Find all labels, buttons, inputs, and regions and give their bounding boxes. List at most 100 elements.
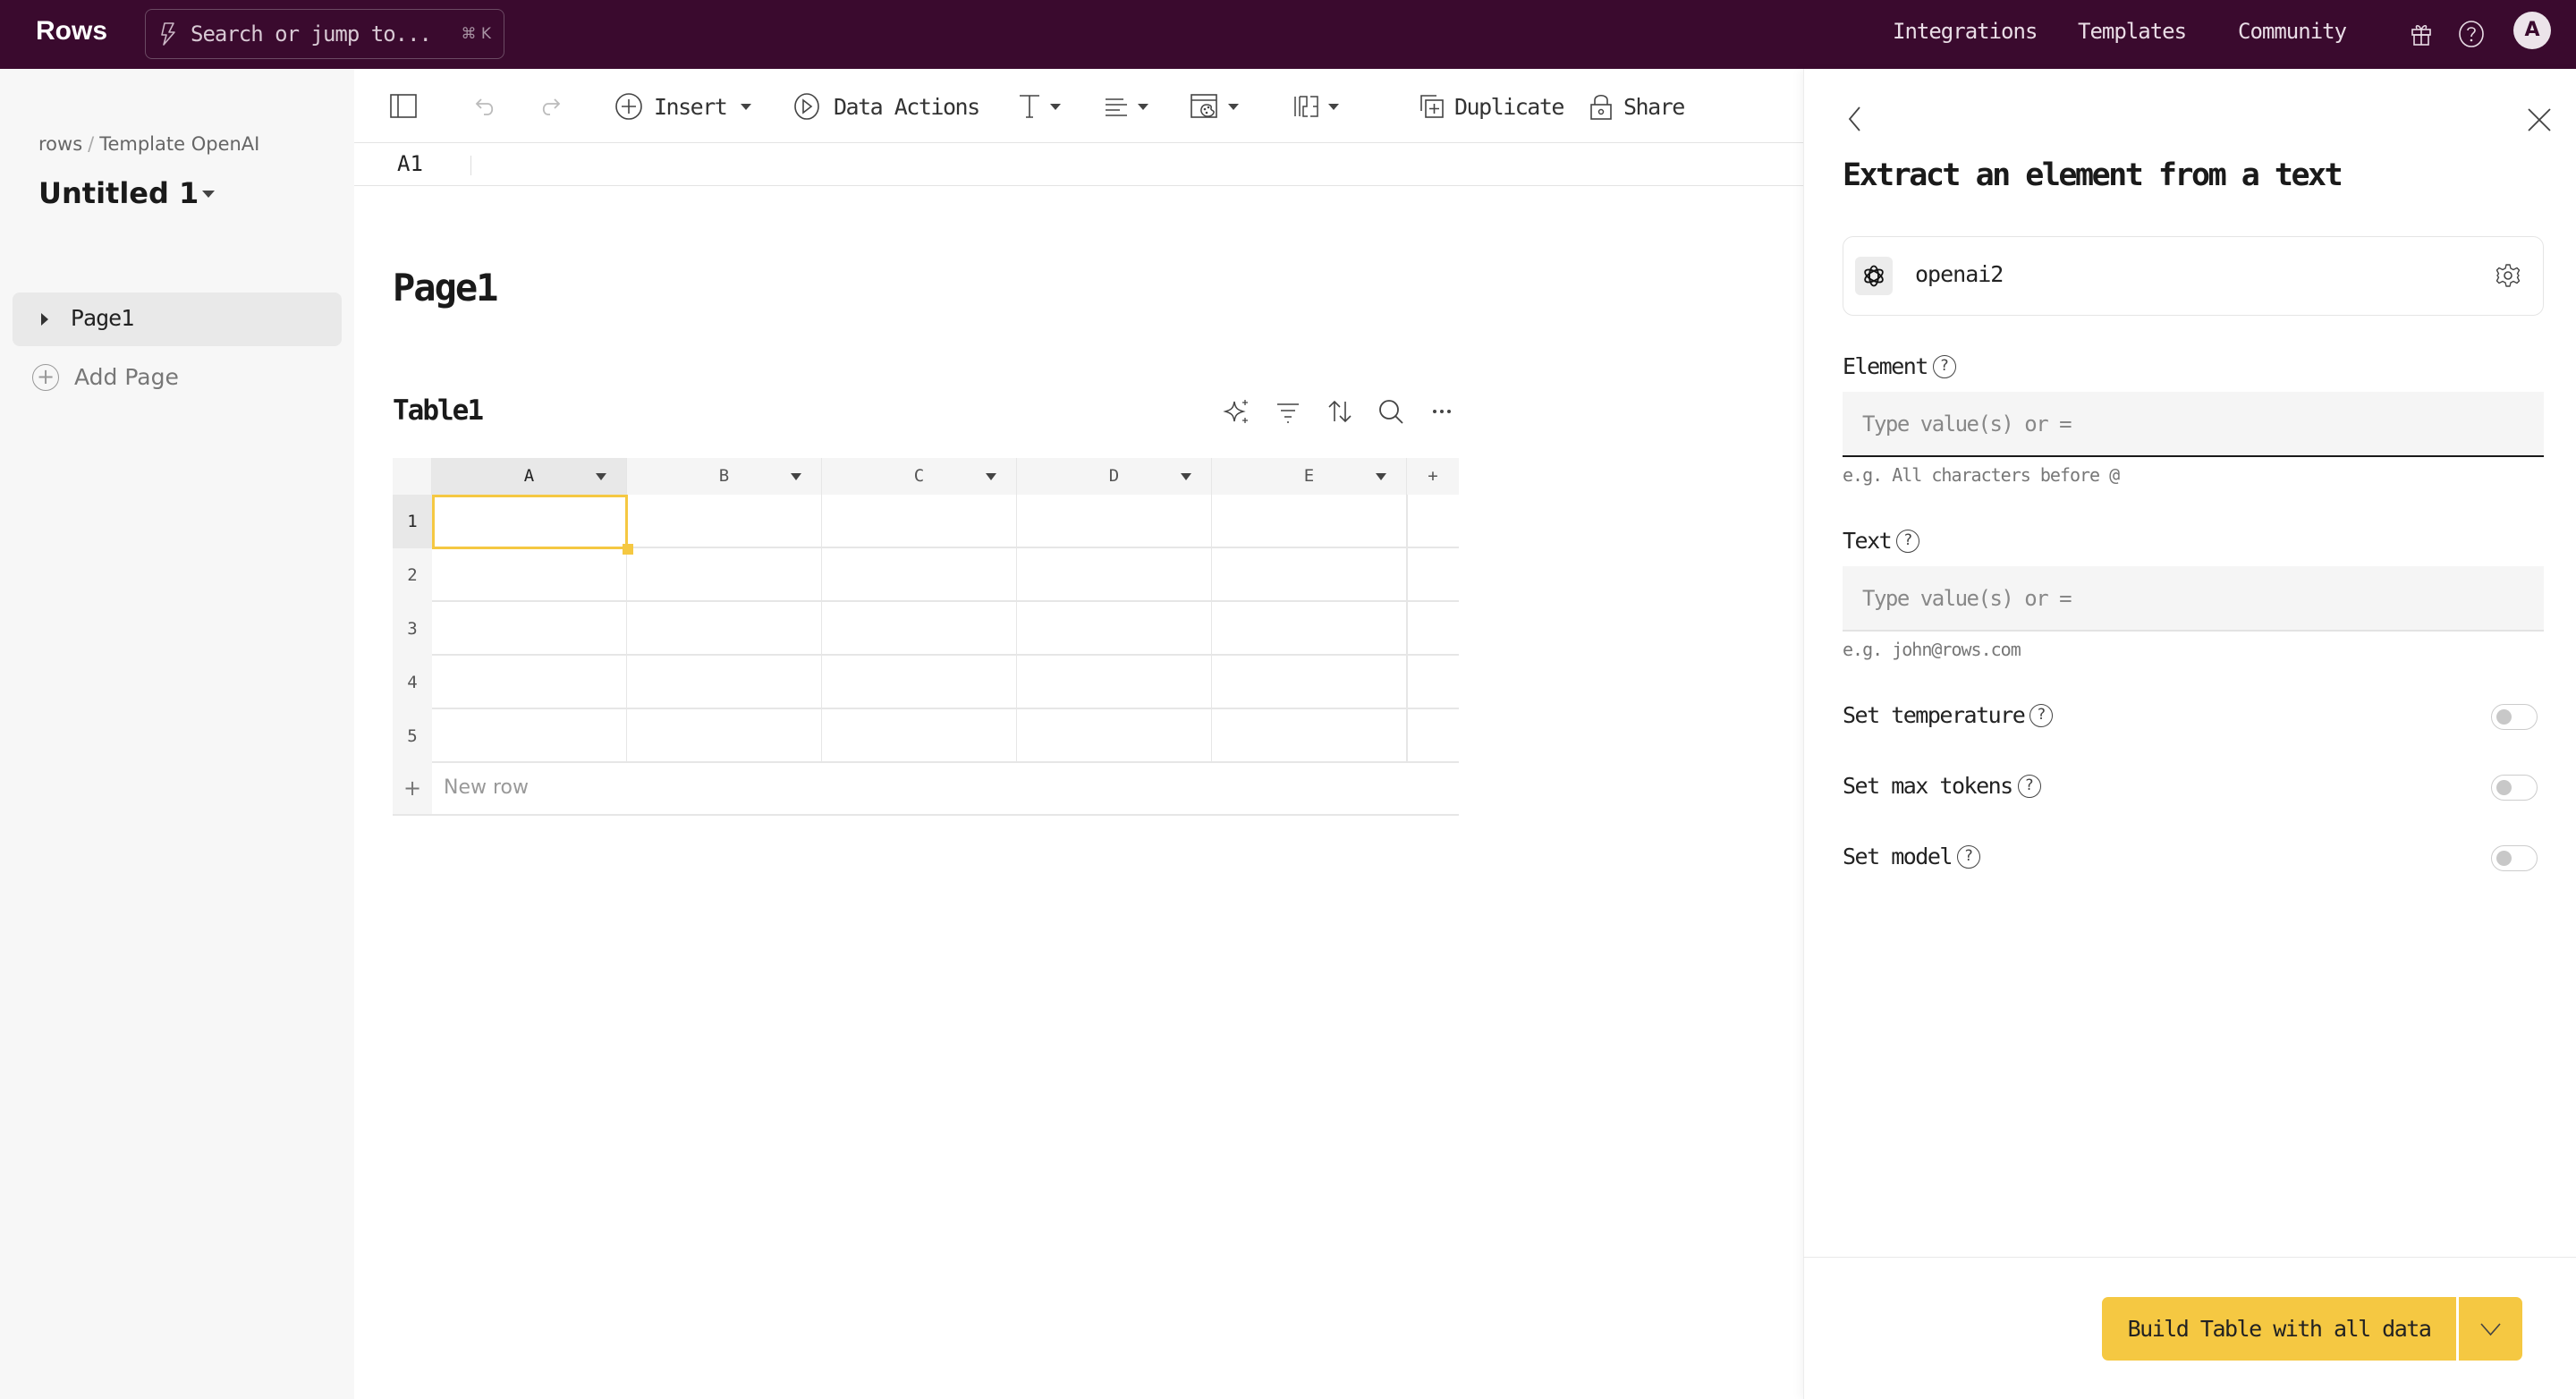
help-icon[interactable] <box>2457 20 2486 48</box>
formula-input[interactable] <box>488 150 1741 179</box>
cell-b1[interactable] <box>627 495 822 548</box>
data-actions-button[interactable]: Data Actions <box>792 89 980 124</box>
set-max-tokens-toggle[interactable] <box>2491 775 2538 801</box>
corner-header[interactable] <box>393 458 432 495</box>
row-header[interactable]: 3 <box>393 602 432 656</box>
column-header-c[interactable]: C <box>822 458 1017 495</box>
cell-a3[interactable] <box>432 602 627 656</box>
cell-d2[interactable] <box>1017 548 1212 602</box>
row-header[interactable]: 2 <box>393 548 432 602</box>
document-title[interactable]: Untitled 1 <box>38 176 199 210</box>
caret-down-icon[interactable] <box>1181 473 1191 480</box>
ai-sparkle-icon[interactable] <box>1222 396 1252 427</box>
undo-button[interactable] <box>474 89 497 124</box>
column-header-b[interactable]: B <box>627 458 822 495</box>
row-header[interactable]: 4 <box>393 656 432 709</box>
cell-b5[interactable] <box>627 709 822 763</box>
column-header-d[interactable]: D <box>1017 458 1212 495</box>
cell-a5[interactable] <box>432 709 627 763</box>
build-options-button[interactable] <box>2459 1297 2522 1361</box>
cell-a4[interactable] <box>432 656 627 709</box>
chevron-down-icon[interactable] <box>202 191 215 198</box>
caret-down-icon[interactable] <box>986 473 996 480</box>
toggle-knob <box>2496 780 2512 795</box>
breadcrumb-folder[interactable]: Template OpenAI <box>99 133 259 155</box>
cell-d3[interactable] <box>1017 602 1212 656</box>
openai-logo-icon <box>1855 257 1893 295</box>
gear-icon[interactable] <box>2495 262 2521 289</box>
cell-c2[interactable] <box>822 548 1017 602</box>
column-header-a[interactable]: A <box>432 458 627 495</box>
cell-reference[interactable]: A1 <box>397 151 423 176</box>
text-input[interactable] <box>1843 566 2544 632</box>
cell-d5[interactable] <box>1017 709 1212 763</box>
user-avatar[interactable]: A <box>2513 12 2551 49</box>
number-format-button[interactable] <box>1292 89 1339 124</box>
cell-e5[interactable] <box>1212 709 1407 763</box>
cell-style-button[interactable] <box>1191 89 1239 124</box>
cell-c4[interactable] <box>822 656 1017 709</box>
caret-down-icon[interactable] <box>791 473 801 480</box>
connection-card[interactable]: openai2 <box>1843 236 2544 316</box>
align-button[interactable] <box>1104 89 1148 124</box>
help-circle-icon[interactable]: ? <box>1956 844 1980 869</box>
sidebar-item-page1[interactable]: Page1 <box>13 293 342 346</box>
redo-button[interactable] <box>538 89 562 124</box>
duplicate-button[interactable]: Duplicate <box>1419 89 1564 124</box>
caret-down-icon <box>1050 103 1061 110</box>
row-header[interactable]: 1 <box>393 495 432 548</box>
sort-icon[interactable] <box>1325 396 1355 427</box>
share-button[interactable]: Share <box>1589 89 1685 124</box>
cell-b3[interactable] <box>627 602 822 656</box>
column-header-e[interactable]: E <box>1212 458 1407 495</box>
help-circle-icon[interactable]: ? <box>1896 529 1920 553</box>
insert-menu-button[interactable]: Insert <box>614 89 752 124</box>
cell-a2[interactable] <box>432 548 627 602</box>
nav-templates[interactable]: Templates <box>2078 19 2187 44</box>
caret-down-icon[interactable] <box>596 473 606 480</box>
filter-icon[interactable] <box>1273 396 1303 427</box>
search-icon[interactable] <box>1376 396 1406 427</box>
cell-e3[interactable] <box>1212 602 1407 656</box>
caret-down-icon[interactable] <box>1376 473 1386 480</box>
toggle-sidebar-button[interactable] <box>390 89 417 124</box>
back-chevron-icon[interactable] <box>1844 105 1866 133</box>
cell-b2[interactable] <box>627 548 822 602</box>
plus-circle-icon <box>615 93 642 120</box>
cell-e1[interactable] <box>1212 495 1407 548</box>
cell-c5[interactable] <box>822 709 1017 763</box>
cell-c1[interactable] <box>822 495 1017 548</box>
cell-e2[interactable] <box>1212 548 1407 602</box>
redo-icon <box>542 98 561 115</box>
set-temperature-toggle[interactable] <box>2491 704 2538 730</box>
nav-integrations[interactable]: Integrations <box>1893 19 2038 44</box>
nav-community[interactable]: Community <box>2238 19 2347 44</box>
element-input[interactable] <box>1843 392 2544 457</box>
cell-e4[interactable] <box>1212 656 1407 709</box>
add-column-button[interactable]: + <box>1407 458 1459 495</box>
set-model-toggle[interactable] <box>2491 845 2538 871</box>
cell-c3[interactable] <box>822 602 1017 656</box>
table-title[interactable]: Table1 <box>393 394 484 427</box>
fill-handle[interactable] <box>623 544 633 555</box>
set-model-label: Set model? <box>1843 844 1980 869</box>
breadcrumb-workspace[interactable]: rows <box>38 133 82 155</box>
text-hint: e.g. john@rows.com <box>1843 639 2021 660</box>
gift-icon[interactable] <box>2408 21 2435 47</box>
help-circle-icon[interactable]: ? <box>1932 354 1956 378</box>
search-jump-input[interactable]: Search or jump to... ⌘ K <box>145 9 504 59</box>
build-table-button[interactable]: Build Table with all data <box>2102 1297 2456 1361</box>
more-options-icon[interactable] <box>1427 396 1457 427</box>
rows-logo[interactable]: Rows <box>36 16 107 47</box>
close-icon[interactable] <box>2526 106 2553 133</box>
help-circle-icon[interactable]: ? <box>2017 774 2041 798</box>
help-circle-icon[interactable]: ? <box>2029 703 2054 727</box>
new-row-button[interactable]: + New row <box>393 763 1459 816</box>
cell-b4[interactable] <box>627 656 822 709</box>
expand-arrow-icon[interactable] <box>41 313 48 326</box>
page-title[interactable]: Page1 <box>393 266 498 309</box>
cell-d1[interactable] <box>1017 495 1212 548</box>
cell-d4[interactable] <box>1017 656 1212 709</box>
row-header[interactable]: 5 <box>393 709 432 763</box>
text-format-button[interactable] <box>1018 89 1061 124</box>
